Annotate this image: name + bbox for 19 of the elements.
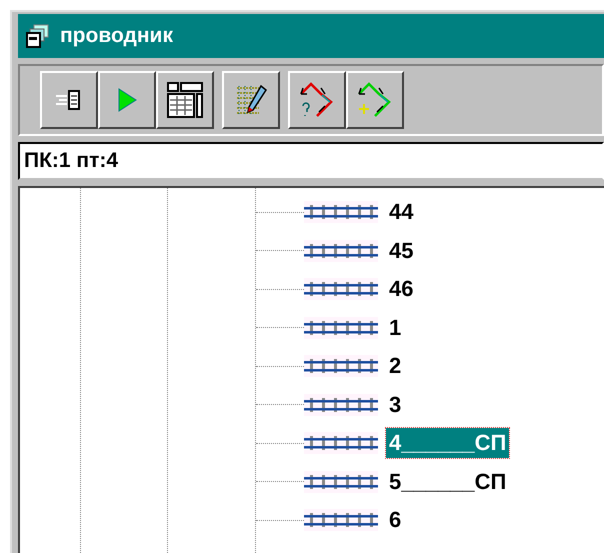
toolbar-button[interactable] [288, 71, 346, 129]
tree-item[interactable]: 1 [386, 312, 404, 343]
tree-item[interactable]: 5______СП [386, 466, 510, 497]
tree-item[interactable]: 45 [386, 236, 416, 266]
status-field: ПК:1 пт:4 [18, 142, 604, 180]
toolbar-button[interactable] [222, 71, 280, 129]
tree-item[interactable]: 2 [386, 351, 404, 382]
play-icon [116, 87, 138, 113]
tree-item[interactable]: 44 [386, 197, 416, 228]
tree-item[interactable]: 6 [386, 505, 404, 536]
tree-item[interactable]: 46 [386, 274, 416, 304]
toolbar-button[interactable] [156, 71, 214, 129]
table-icon [166, 81, 204, 119]
toolbar-button[interactable] [40, 71, 98, 129]
window-title: проводник [60, 23, 173, 50]
tree-item[interactable]: 3 [386, 390, 404, 420]
toolbar-button[interactable] [346, 71, 404, 129]
tree-item[interactable]: 4______СП [386, 428, 510, 458]
toolbar-button[interactable] [98, 71, 156, 129]
